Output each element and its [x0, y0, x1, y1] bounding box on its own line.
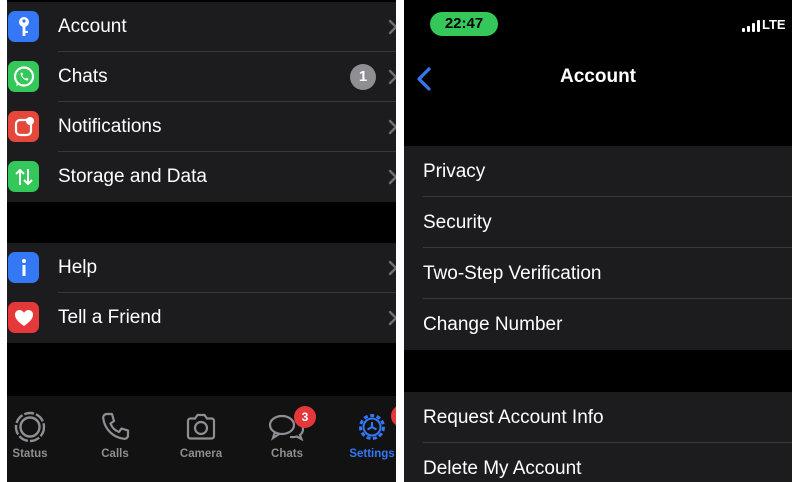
account-row-label: Request Account Info	[423, 407, 604, 428]
status-bar: 22:47 LTE	[404, 0, 792, 44]
account-row-security[interactable]: Security	[404, 197, 792, 248]
account-row-label: Change Number	[423, 314, 563, 335]
settings-group-support: Help Tell a Friend	[7, 243, 396, 343]
settings-row-label: Tell a Friend	[58, 307, 162, 328]
chevron-right-icon	[388, 169, 396, 185]
settings-row-label: Storage and Data	[58, 166, 207, 187]
heart-icon	[8, 302, 39, 333]
tab-chats[interactable]: 3 Chats	[252, 406, 322, 460]
account-row-request-info[interactable]: Request Account Info	[404, 392, 792, 443]
account-row-delete-account[interactable]: Delete My Account	[404, 443, 792, 482]
notifications-icon	[8, 111, 39, 142]
account-row-label: Privacy	[423, 161, 486, 182]
tab-camera[interactable]: Camera	[166, 410, 236, 460]
settings-screen: Account Chats 1 Notifications Storage an…	[7, 0, 396, 482]
info-icon	[8, 252, 39, 283]
settings-row-tell-friend[interactable]: Tell a Friend	[7, 293, 396, 343]
tab-badge: 3	[294, 406, 316, 428]
settings-row-help[interactable]: Help	[7, 243, 396, 293]
settings-row-notifications[interactable]: Notifications	[7, 102, 396, 152]
network-type: LTE	[762, 17, 786, 32]
settings-row-label: Chats	[58, 66, 108, 87]
tab-calls[interactable]: Calls	[80, 410, 150, 460]
signal-icon	[742, 20, 760, 32]
tab-label: Calls	[101, 448, 129, 460]
storage-arrows-icon	[8, 161, 39, 192]
tab-status[interactable]: Status	[7, 410, 65, 460]
tab-settings[interactable]: Settings	[337, 406, 396, 460]
camera-icon	[184, 410, 218, 444]
chevron-right-icon	[388, 260, 396, 276]
settings-row-account[interactable]: Account	[7, 2, 396, 52]
settings-row-storage[interactable]: Storage and Data	[7, 152, 396, 202]
account-row-two-step[interactable]: Two-Step Verification	[404, 248, 792, 299]
tab-bar: Status Calls Camera 3 Chats Settings	[7, 396, 396, 482]
chevron-right-icon	[388, 69, 396, 85]
tab-label: Chats	[271, 448, 303, 460]
account-row-label: Security	[423, 212, 492, 233]
status-time: 22:47	[430, 12, 498, 36]
settings-gear-icon	[355, 406, 396, 444]
whatsapp-icon	[8, 61, 39, 92]
tab-label: Settings	[349, 448, 395, 460]
account-group-data: Request Account Info Delete My Account	[404, 392, 792, 482]
chats-icon: 3	[268, 406, 316, 444]
settings-row-label: Notifications	[58, 116, 162, 137]
page-title: Account	[560, 66, 636, 87]
chevron-right-icon	[388, 310, 396, 326]
account-row-privacy[interactable]: Privacy	[404, 146, 792, 197]
settings-group-main: Account Chats 1 Notifications Storage an…	[7, 2, 396, 202]
account-row-label: Delete My Account	[423, 458, 582, 479]
unread-count-badge: 1	[350, 64, 376, 90]
account-group-main: Privacy Security Two-Step Verification C…	[404, 146, 792, 350]
tab-label: Status	[12, 448, 48, 460]
account-row-change-number[interactable]: Change Number	[404, 299, 792, 350]
chevron-right-icon	[388, 119, 396, 135]
chevron-right-icon	[388, 19, 396, 35]
status-icon	[13, 410, 47, 444]
phone-icon	[98, 410, 132, 444]
key-icon	[8, 11, 39, 42]
tab-label: Camera	[179, 448, 223, 460]
settings-row-label: Account	[58, 16, 127, 37]
nav-bar: Account	[404, 54, 792, 104]
account-screen: 22:47 LTE Account Privacy Security Two-S…	[404, 0, 792, 482]
settings-row-chats[interactable]: Chats 1	[7, 52, 396, 102]
settings-row-label: Help	[58, 257, 98, 278]
account-row-label: Two-Step Verification	[423, 263, 602, 284]
